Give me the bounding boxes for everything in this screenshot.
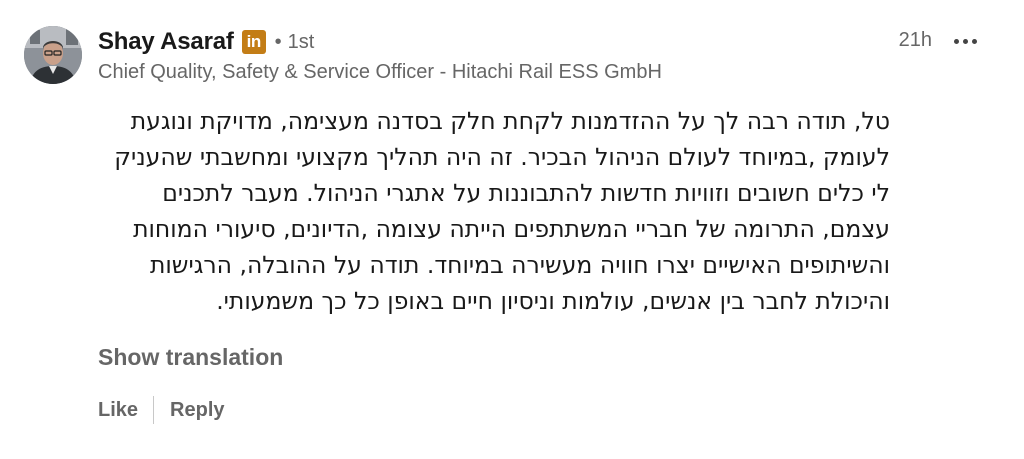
more-options-button[interactable] [950, 28, 980, 54]
comment-text: טל, תודה רבה לך על ההזדמנות לקחת חלק בסד… [96, 103, 890, 319]
comment-line: לעומק ,במיוחד לעולם הניהול הבכיר. זה היה… [114, 143, 890, 171]
comment-line: והשיתופים האישיים יצרו חוויה מעשירה במיו… [149, 251, 890, 279]
reply-button[interactable]: Reply [170, 399, 224, 422]
avatar-photo [24, 26, 82, 84]
ellipsis-icon [952, 38, 979, 44]
separator-dot: • [274, 30, 282, 53]
comment-actions: Like Reply [98, 395, 225, 425]
show-translation-link[interactable]: Show translation [98, 344, 283, 371]
action-divider [153, 396, 155, 424]
comment-timestamp: 21h [898, 29, 932, 51]
comment-line: לי כלים חשובים וזוויות חדשות להתבוננות ע… [162, 179, 890, 207]
connection-degree: 1st [287, 30, 315, 53]
avatar[interactable] [24, 26, 82, 84]
linkedin-premium-badge-icon: in [241, 30, 266, 54]
author-row: Shay Asaraf in • 1st [98, 27, 314, 57]
author-name[interactable]: Shay Asaraf [98, 28, 234, 56]
like-button[interactable]: Like [98, 399, 138, 422]
comment-line: עצמם, התרומה של חבריי המשתתפים הייתה עצו… [133, 215, 890, 243]
comment-line: טל, תודה רבה לך על ההזדמנות לקחת חלק בסד… [130, 107, 890, 135]
comment-card: Shay Asaraf in • 1st Chief Quality, Safe… [0, 0, 1024, 459]
author-headline: Chief Quality, Safety & Service Officer … [98, 61, 662, 83]
comment-line: והיכולת לחבר בין אנשים, עולמות וניסיון ח… [216, 287, 890, 315]
